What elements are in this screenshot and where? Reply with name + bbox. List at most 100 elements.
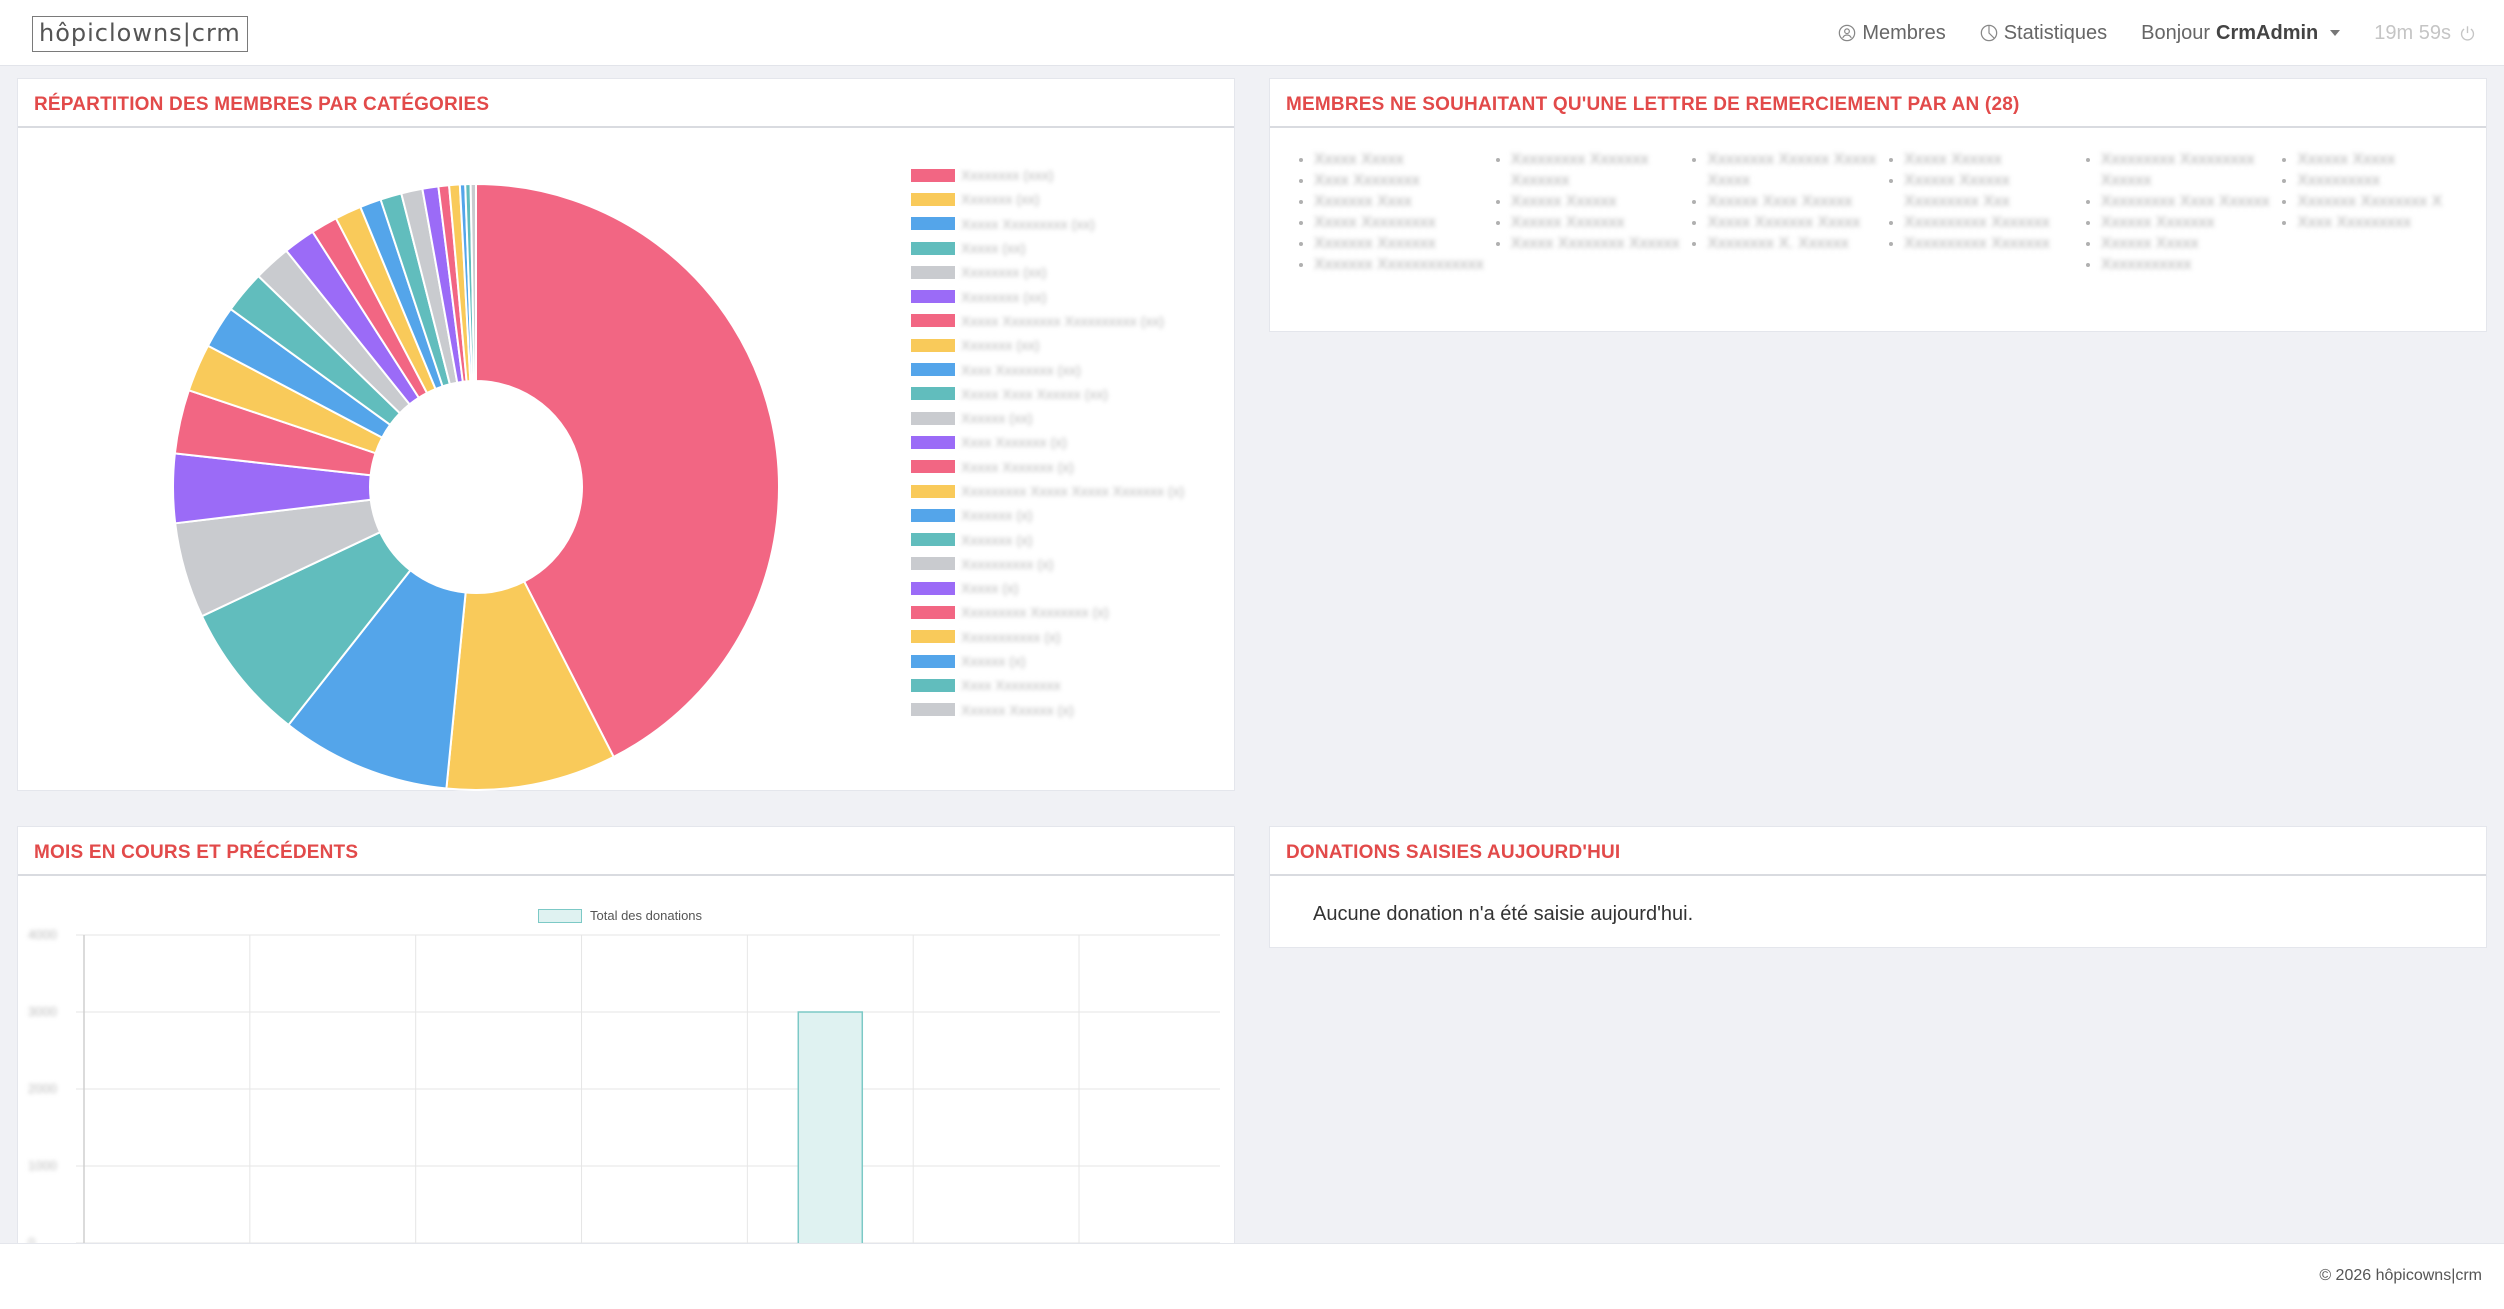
legend-item[interactable]: Xxxxx Xxxxxxx (x) — [911, 455, 1184, 479]
legend-item[interactable]: Xxxxxxx (x) — [911, 527, 1184, 551]
legend-item[interactable]: Xxxxx Xxxxxxxx Xxxxxxxxxx (xx) — [911, 309, 1184, 333]
member-name-text: Xxxxx Xxxxxx — [1904, 151, 2002, 168]
member-name-text: Xxxxxxxxxx Xxxxxxx — [1904, 235, 2050, 252]
member-name: Xxxxx Xxxxx — [1314, 149, 1489, 170]
legend-swatch — [911, 217, 955, 231]
legend-item[interactable]: Xxxxxxx (xx) — [911, 333, 1184, 357]
donations-today-panel-title: DONATIONS SAISIES AUJOURD'HUI — [1270, 827, 2486, 876]
member-name-text: Xxxxxxxxxxx — [2100, 256, 2192, 273]
legend-label: Xxxxxxx (xx) — [961, 191, 1040, 208]
session-timer[interactable]: 19m 59s — [2374, 22, 2476, 45]
nav-members-label: Membres — [1862, 21, 1946, 44]
legend-item[interactable]: Xxxxxxxx (xxx) — [911, 163, 1184, 187]
legend-label: Xxxxxxxxxxx (x) — [961, 628, 1061, 645]
legend-label: Xxxxxxxx (xx) — [961, 288, 1047, 305]
legend-label: Xxxxx (x) — [961, 580, 1019, 597]
member-name: Xxxxxxx Xxxxxxxxxxxxx — [1314, 254, 1489, 275]
legend-item[interactable]: Xxxxxx Xxxxxx (x) — [911, 698, 1184, 722]
legend-item[interactable]: Xxxx Xxxxxxx (x) — [911, 430, 1184, 454]
member-name-text: Xxxx Xxxxxxxxx — [2297, 214, 2412, 231]
legend-swatch — [911, 168, 955, 182]
member-column: Xxxxxxxxx Xxxxxxx Xxxxxxx Xxxxxx Xxxxxx Xx… — [1489, 149, 1686, 275]
member-name-text: Xxxx Xxxxxxxx — [1314, 172, 1420, 189]
legend-label: Xxxxxxxxx Xxxxx Xxxxx Xxxxxxx (x) — [961, 483, 1185, 499]
nav-stats-label: Statistiques — [2003, 21, 2108, 44]
member-name-text: Xxxxxxx Xxxx — [1314, 193, 1412, 210]
legend-item[interactable]: Xxxxxxxxxxx (x) — [911, 625, 1184, 649]
legend-item[interactable]: Xxxxxxx (x) — [911, 503, 1184, 527]
nav-stats-link[interactable]: Statistiques — [1980, 22, 2107, 45]
y-tick-label: 4000 — [28, 927, 57, 942]
donut-legend: Xxxxxxxx (xxx) Xxxxxxx (xx) Xxxxx Xxxxxxxx… — [911, 163, 1184, 722]
member-name-text: Xxxxxxx Xxxxxxxx X — [2297, 193, 2443, 210]
legend-item[interactable]: Xxxx Xxxxxxxxx — [911, 673, 1184, 697]
legend-swatch — [911, 630, 955, 644]
legend-swatch — [911, 460, 955, 474]
member-name: Xxxxxxx Xxxxxxx — [1314, 233, 1489, 254]
legend-item[interactable]: Xxxxxxx (xx) — [911, 187, 1184, 211]
legend-swatch — [911, 557, 955, 571]
legend-label: Xxxxx Xxxxxxxxx (xx) — [961, 215, 1095, 232]
member-name: Xxxxx Xxxxxx — [1904, 149, 2079, 170]
months-panel: MOIS EN COURS ET PRÉCÉDENTS Total des do… — [17, 826, 1235, 1246]
legend-item[interactable]: Xxxxx Xxxxxxxxx (xx) — [911, 212, 1184, 236]
nav-members-link[interactable]: Membres — [1838, 21, 1946, 45]
legend-label: Xxxxx (xx) — [961, 240, 1026, 257]
legend-item[interactable]: Xxxxxx (xx) — [911, 406, 1184, 430]
legend-item[interactable]: Xxxxx (xx) — [911, 236, 1184, 260]
legend-swatch — [911, 435, 955, 449]
donations-today-panel: DONATIONS SAISIES AUJOURD'HUI Aucune don… — [1269, 826, 2487, 948]
member-name-text: Xxxxxxxx X. Xxxxxx — [1707, 235, 1849, 252]
member-name-text: Xxxxxxxxxx Xxxxxxx — [1904, 214, 2050, 231]
y-tick-label: 2000 — [28, 1081, 57, 1096]
categories-panel-title: RÉPARTITION DES MEMBRES PAR CATÉGORIES — [18, 79, 1234, 128]
legend-item[interactable]: Xxxxxxxx (xx) — [911, 260, 1184, 284]
legend-swatch — [911, 533, 955, 547]
legend-swatch — [911, 654, 955, 668]
member-name-text: Xxxxxx Xxxxxxx — [2100, 214, 2215, 231]
member-name: Xxxxxx Xxxxx — [2297, 149, 2472, 170]
legend-item[interactable]: Xxxx Xxxxxxxx (xx) — [911, 357, 1184, 381]
letter-members-list: Xxxxx Xxxxx Xxxx Xxxxxxxx Xxxxxxx Xxxx Xxxx… — [1292, 149, 2472, 275]
legend-label: Xxxxxxx (x) — [961, 507, 1033, 524]
member-name: Xxxxxxx Xxxxxxxx X — [2297, 191, 2472, 212]
member-name-text: Xxxxx Xxxxxxx Xxxxx — [1707, 214, 1861, 231]
member-column: Xxxxxxxxx Xxxxxxxxx Xxxxxx Xxxxxxxxx Xxxx… — [2079, 149, 2276, 275]
legend-label: Xxxxxxxxxx (x) — [961, 555, 1054, 572]
y-tick-label: 3000 — [28, 1004, 57, 1019]
app-logo[interactable]: hôpiclowns|crm — [32, 16, 248, 52]
legend-label: Xxxxxxxxx Xxxxxxxx (x) — [961, 604, 1109, 621]
legend-item[interactable]: Xxxxx Xxxx Xxxxxx (xx) — [911, 382, 1184, 406]
member-name-text: Xxxxxx Xxxx Xxxxxx — [1707, 193, 1853, 210]
member-name: Xxxxxxxxxx — [2297, 170, 2472, 191]
donations-bar-chart: 40003000200010000 — [28, 927, 1220, 1246]
member-column: Xxxxxx Xxxxx Xxxxxxxxxx Xxxxxxx Xxxxxxxx X… — [2275, 149, 2472, 275]
footer-copyright: © 2026 hôpicowns|crm — [2319, 1267, 2482, 1284]
member-name-text: Xxxxxx Xxxxxx — [1510, 193, 1617, 210]
top-navbar: hôpiclowns|crm Membres Statistiques Bonj… — [0, 0, 2504, 66]
legend-label: Xxxxxx Xxxxxx (x) — [961, 701, 1074, 718]
member-name: Xxxxxx Xxxxx — [2101, 233, 2276, 254]
legend-item[interactable]: Xxxxxx (x) — [911, 649, 1184, 673]
legend-label: Xxxxxxx (x) — [961, 531, 1033, 548]
legend-swatch — [911, 605, 955, 619]
legend-label: Xxxxx Xxxxxxxx Xxxxxxxxxx (xx) — [961, 312, 1165, 329]
legend-item[interactable]: Xxxxxxxxx Xxxxxxxx (x) — [911, 600, 1184, 624]
member-column: Xxxxx Xxxxxx Xxxxxx Xxxxxx Xxxxxxxxx Xxx X… — [1882, 149, 2079, 275]
legend-item[interactable]: Xxxxxxxx (xx) — [911, 284, 1184, 308]
legend-label: Xxxxxx (x) — [961, 653, 1026, 670]
legend-item[interactable]: Xxxxxxxxxx (x) — [911, 552, 1184, 576]
y-tick-label: 1000 — [28, 1158, 57, 1173]
member-name: Xxxxxxxxxxx — [2101, 254, 2276, 275]
categories-panel: RÉPARTITION DES MEMBRES PAR CATÉGORIES X… — [17, 78, 1235, 791]
user-menu-dropdown[interactable]: Bonjour CrmAdmin — [2141, 22, 2341, 45]
member-name-text: Xxxxxx Xxxxxxx — [1510, 214, 1625, 231]
donation-bar[interactable] — [797, 1011, 864, 1246]
power-icon — [2460, 25, 2475, 41]
legend-item[interactable]: Xxxxxxxxx Xxxxx Xxxxx Xxxxxxx (x) — [911, 479, 1184, 503]
member-name-text: Xxxxxx Xxxxx — [2100, 235, 2199, 252]
legend-item[interactable]: Xxxxx (x) — [911, 576, 1184, 600]
legend-swatch — [911, 290, 955, 304]
legend-swatch — [911, 678, 955, 692]
categories-donut-chart — [172, 182, 780, 791]
